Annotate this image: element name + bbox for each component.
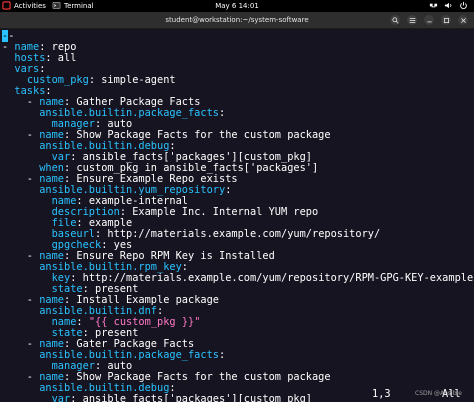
power-icon [460,1,467,10]
terminal-window: student@workstation:~/system-software --… [0,12,474,402]
text-segment: : [218,107,226,119]
clock[interactable]: May 6 14:01 [215,2,259,10]
activities-label: Activities [14,1,46,10]
editor-line: custom_pkg: simple-agent [2,75,472,86]
app-menu[interactable]: Terminal [52,1,94,10]
text-segment: : all [45,52,77,64]
top-bar: Activities Terminal May 6 14:01 [0,0,474,12]
editor-text-area[interactable]: -- - name: repo hosts: all vars: custom_p… [2,30,473,402]
close-icon [460,17,466,23]
activities-button[interactable]: Activities [2,1,46,10]
text-segment: : Example Inc. Internal YUM repo [119,206,319,218]
text-segment: : [218,349,226,361]
maximize-icon [443,17,449,23]
vim-status-line: 1,3 All [0,388,474,400]
close-button[interactable] [458,15,468,25]
network-icon [429,3,438,8]
maximize-button[interactable] [441,15,451,25]
system-status-menu[interactable] [429,1,468,10]
text-segment: : simple-agent [88,74,176,86]
minimize-icon [426,20,432,22]
text-segment: : http://materials.example.com/yum/repos… [95,228,381,240]
activities-icon [2,1,11,10]
terminal-app-icon [52,2,61,9]
text-segment: : [225,184,232,196]
watermark: CSDN @Ansible [415,390,462,397]
editor-line: hosts: all [2,53,472,64]
menu-button[interactable] [407,15,417,25]
app-name-label: Terminal [64,1,94,10]
minimize-button[interactable] [424,15,434,25]
search-button[interactable] [390,15,400,25]
search-icon [391,16,399,24]
volume-icon [444,2,452,9]
hamburger-menu-icon [409,17,415,23]
window-header: student@workstation:~/system-software [0,12,474,29]
cursor-position: 1,3 [372,388,391,400]
